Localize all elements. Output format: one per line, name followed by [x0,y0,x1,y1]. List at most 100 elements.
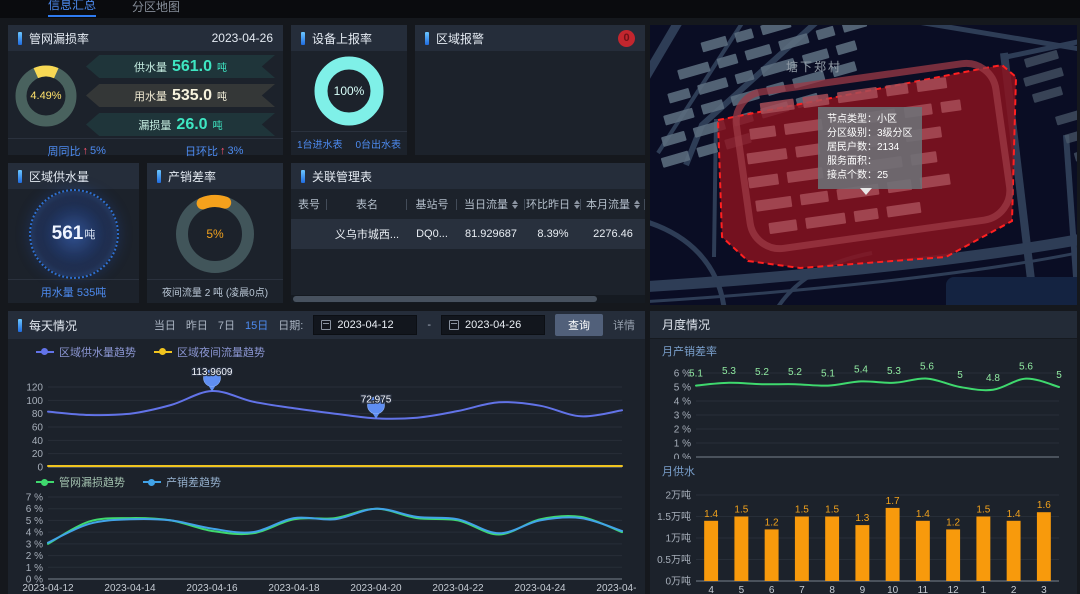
date-to-input[interactable]: 2023-04-26 [441,315,545,335]
svg-text:1.4: 1.4 [1007,509,1021,520]
panel-title: 管网漏损率 [29,30,89,47]
table-horizontal-scrollbar[interactable] [291,295,645,303]
legend-supply-trend[interactable]: 区域供水量趋势 [36,344,136,359]
legend-nrw-trend[interactable]: 产销差趋势 [143,473,221,491]
panel-title: 关联管理表 [312,168,372,185]
panel-daily-situation: 每天情况 当日 昨日 7日 15日 日期: 2023-04-12 - [8,311,645,594]
panel-monthly-situation: 月度情况 月产销差率 0 %1 %2 %3 %4 %5 %6 %5.15.35.… [650,311,1077,594]
svg-text:1: 1 [981,585,987,594]
col-month-flow[interactable]: 本月流量 [581,196,645,212]
device-donut-chart: 100% [313,55,385,127]
leakage-donut-chart: 4.49% [14,64,78,128]
svg-text:4: 4 [708,585,714,594]
panel-accent-bar [301,32,305,45]
legend-marker-icon [36,351,54,353]
svg-text:5: 5 [957,370,963,381]
table-row[interactable]: 义乌市城西... DQ0... 81.929687 8.39% 2276.46 [291,219,645,249]
legend-night-flow-trend[interactable]: 区域夜间流量趋势 [154,344,265,359]
panel-title: 每天情况 [29,317,77,334]
panel-accent-bar [301,170,305,183]
svg-text:7: 7 [799,585,805,594]
svg-text:1.4: 1.4 [704,509,718,520]
sort-icon [512,197,518,212]
col-station-no[interactable]: 基站号 [407,196,457,212]
svg-text:0 %: 0 % [674,453,691,460]
tooltip-households: 居民户数：2134 [827,141,913,155]
tooltip-node-type: 节点类型：小区 [827,113,913,127]
svg-text:100: 100 [26,396,43,407]
dashboard-root: 信息汇总 分区地图 管网漏损率 2023-04-26 [0,0,1080,594]
query-button[interactable]: 查询 [555,314,603,336]
monthly-supply-subtitle: 月供水 [650,459,1077,479]
svg-text:0万吨: 0万吨 [665,575,691,588]
svg-text:5.1: 5.1 [689,369,703,380]
svg-text:5: 5 [739,585,745,594]
monthly-nrw-subtitle: 月产销差率 [650,339,1077,359]
stat-supply-volume: 供水量 561.0 吨 [86,55,275,78]
panel-accent-bar [18,170,22,183]
legend-marker-icon [36,481,54,483]
svg-text:1 %: 1 % [674,439,691,450]
svg-text:0.5万吨: 0.5万吨 [657,553,691,566]
supply-value: 561 [52,223,84,245]
svg-text:3 %: 3 % [26,539,43,550]
col-daily-flow[interactable]: 当日流量 [457,196,525,212]
svg-text:5.1: 5.1 [821,369,835,380]
tab-info-summary[interactable]: 信息汇总 [48,0,96,17]
range-button-7d[interactable]: 7日 [218,317,235,333]
week-over-week: 周同比 ↑ 5% [48,143,106,159]
up-arrow-icon: ↑ [83,145,89,157]
stat-loss-volume: 漏损量 26.0 吨 [86,113,275,136]
svg-text:40: 40 [32,436,44,447]
alarm-count-badge[interactable]: 0 [618,30,635,47]
day-over-day: 日环比 ↑ 3% [185,143,243,159]
village-label: 塘下郑村 [786,58,842,75]
svg-text:120: 120 [26,383,43,394]
supply-unit: 吨 [84,226,95,242]
svg-text:2: 2 [1011,585,1017,594]
svg-text:7 %: 7 % [26,493,43,504]
svg-text:8: 8 [829,585,835,594]
svg-text:1.2: 1.2 [765,518,779,529]
zone-map[interactable]: 塘下郑村 节点类型：小区 分区级别：3级分区 居民户数：2134 服务面积： 接… [650,25,1077,305]
date-from-input[interactable]: 2023-04-12 [313,315,417,335]
supply-footer: 用水量 535吨 [8,279,139,303]
panel-accent-bar [18,319,22,332]
svg-text:2023-04-22: 2023-04-22 [432,583,484,594]
panel-title: 月度情况 [662,316,710,333]
tooltip-service-area: 服务面积： [827,155,913,169]
tab-zone-map[interactable]: 分区地图 [132,0,180,17]
table-header-row: 表号 表名 基站号 当日流量 环比昨日 本月流量 [291,189,645,219]
svg-text:4.8: 4.8 [986,373,1000,384]
svg-text:1.3: 1.3 [855,513,869,524]
date-label: 日期: [278,317,303,333]
detail-button[interactable]: 详情 [613,317,635,333]
scrollbar-thumb[interactable] [293,296,597,302]
panel-accent-bar [18,32,22,45]
date-range-dash: - [427,319,431,331]
range-button-yesterday[interactable]: 昨日 [186,317,208,333]
svg-text:2023-04-16: 2023-04-16 [186,583,238,594]
svg-text:2023-04-14: 2023-04-14 [104,583,156,594]
col-vs-yesterday[interactable]: 环比昨日 [525,196,581,212]
col-meter-name[interactable]: 表名 [327,196,407,212]
night-flow-footer: 夜间流量 2 吨 (凌晨0点) [147,279,283,303]
calendar-icon [321,320,331,330]
svg-text:113.9609: 113.9609 [192,367,233,378]
svg-text:9: 9 [860,585,866,594]
panel-title: 区域报警 [436,30,484,47]
range-button-15d[interactable]: 15日 [245,317,268,333]
svg-text:5.3: 5.3 [722,366,736,377]
svg-text:2023-04-20: 2023-04-20 [350,583,402,594]
legend-leakage-trend[interactable]: 管网漏损趋势 [36,473,125,491]
leakage-pct-label: 4.49% [30,90,61,102]
svg-text:2023-04-24: 2023-04-24 [514,583,566,594]
panel-title: 区域供水量 [29,168,89,185]
nrw-pct-label: 5% [206,227,223,241]
range-button-today[interactable]: 当日 [154,317,176,333]
col-meter-no[interactable]: 表号 [291,196,327,212]
svg-text:3: 3 [1041,585,1047,594]
svg-text:1.7: 1.7 [886,496,900,507]
svg-text:2023-04-12: 2023-04-12 [22,583,74,594]
svg-text:3 %: 3 % [674,411,691,422]
